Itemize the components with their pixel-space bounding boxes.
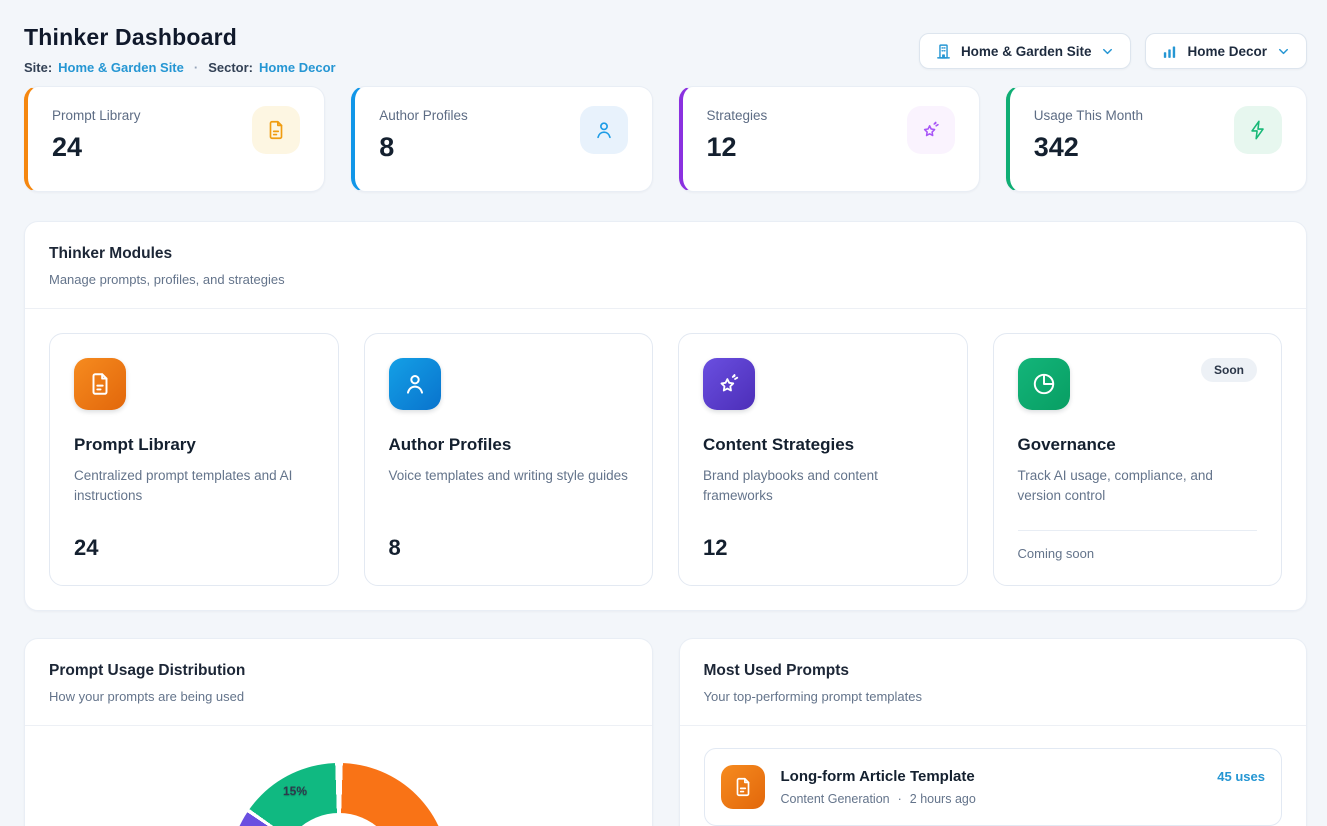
prompt-title: Long-form Article Template bbox=[781, 768, 1202, 785]
topbar: Thinker Dashboard Site: Home & Garden Si… bbox=[24, 24, 1307, 75]
divider bbox=[1018, 530, 1258, 531]
module-title: Content Strategies bbox=[703, 435, 943, 455]
site-picker-label: Home & Garden Site bbox=[961, 44, 1092, 59]
modules-header: Thinker Modules Manage prompts, profiles… bbox=[25, 222, 1306, 308]
chart-area: 15% bbox=[25, 726, 652, 826]
most-used-title: Most Used Prompts bbox=[704, 662, 1283, 680]
prompt-meta: Content Generation · 2 hours ago bbox=[781, 792, 1202, 806]
sector-label: Sector: bbox=[208, 60, 253, 75]
prompt-list-item[interactable]: Long-form Article Template Content Gener… bbox=[704, 748, 1283, 826]
sector-picker-label: Home Decor bbox=[1187, 44, 1267, 59]
sparkle-icon bbox=[907, 106, 955, 154]
site-line: Site: Home & Garden Site · Sector: Home … bbox=[24, 60, 336, 75]
dashboard-page: Thinker Dashboard Site: Home & Garden Si… bbox=[0, 0, 1327, 826]
prompt-usage-distribution-card: Prompt Usage Distribution How your promp… bbox=[24, 638, 653, 826]
dot-separator: · bbox=[898, 792, 902, 806]
module-value: 24 bbox=[74, 535, 314, 561]
stats-row: Prompt Library 24 Author Profiles 8 Stra… bbox=[24, 86, 1307, 192]
user-icon bbox=[580, 106, 628, 154]
usage-chart-title: Prompt Usage Distribution bbox=[49, 662, 628, 680]
modules-subtitle: Manage prompts, profiles, and strategies bbox=[49, 272, 1282, 287]
sparkle-icon bbox=[703, 358, 755, 410]
module-title: Prompt Library bbox=[74, 435, 314, 455]
stat-card-prompt-library: Prompt Library 24 bbox=[24, 86, 325, 192]
sector-link[interactable]: Home Decor bbox=[259, 60, 336, 75]
soon-badge: Soon bbox=[1201, 358, 1257, 382]
building-icon bbox=[935, 43, 952, 60]
prompt-category: Content Generation bbox=[781, 792, 890, 806]
stat-card-author-profiles: Author Profiles 8 bbox=[351, 86, 652, 192]
prompt-info: Long-form Article Template Content Gener… bbox=[781, 768, 1202, 806]
pie-chart-icon bbox=[1018, 358, 1070, 410]
site-picker-button[interactable]: Home & Garden Site bbox=[919, 33, 1132, 69]
donut-segment-label: 15% bbox=[283, 784, 307, 798]
most-used-header: Most Used Prompts Your top-performing pr… bbox=[680, 639, 1307, 725]
document-icon bbox=[74, 358, 126, 410]
most-used-prompts-card: Most Used Prompts Your top-performing pr… bbox=[679, 638, 1308, 826]
module-description: Centralized prompt templates and AI inst… bbox=[74, 466, 314, 507]
usage-chart-header: Prompt Usage Distribution How your promp… bbox=[25, 639, 652, 725]
usage-chart-subtitle: How your prompts are being used bbox=[49, 689, 628, 704]
module-grid: Prompt Library Centralized prompt templa… bbox=[25, 309, 1306, 610]
module-description: Track AI usage, compliance, and version … bbox=[1018, 466, 1258, 507]
site-label: Site: bbox=[24, 60, 52, 75]
module-description: Brand playbooks and content frameworks bbox=[703, 466, 943, 507]
site-link[interactable]: Home & Garden Site bbox=[58, 60, 184, 75]
coming-soon-text: Coming soon bbox=[1018, 546, 1258, 561]
module-value: 8 bbox=[389, 535, 629, 561]
modules-title: Thinker Modules bbox=[49, 245, 1282, 263]
document-icon bbox=[252, 106, 300, 154]
bolt-icon bbox=[1234, 106, 1282, 154]
module-description: Voice templates and writing style guides bbox=[389, 466, 629, 486]
module-card-governance[interactable]: Soon Governance Track AI usage, complian… bbox=[993, 333, 1283, 586]
module-title: Author Profiles bbox=[389, 435, 629, 455]
page-title: Thinker Dashboard bbox=[24, 24, 336, 51]
module-title: Governance bbox=[1018, 435, 1258, 455]
bar-chart-icon bbox=[1161, 43, 1178, 60]
document-icon bbox=[721, 765, 765, 809]
module-card-prompt-library[interactable]: Prompt Library Centralized prompt templa… bbox=[49, 333, 339, 586]
dot-separator: · bbox=[194, 60, 198, 75]
thinker-modules-panel: Thinker Modules Manage prompts, profiles… bbox=[24, 221, 1307, 611]
sector-picker-button[interactable]: Home Decor bbox=[1145, 33, 1307, 69]
module-card-author-profiles[interactable]: Author Profiles Voice templates and writ… bbox=[364, 333, 654, 586]
prompt-time: 2 hours ago bbox=[910, 792, 976, 806]
prompt-uses-count: 45 uses bbox=[1217, 769, 1265, 784]
donut-chart[interactable]: 15% bbox=[229, 763, 449, 826]
bottom-row: Prompt Usage Distribution How your promp… bbox=[24, 638, 1307, 826]
title-block: Thinker Dashboard Site: Home & Garden Si… bbox=[24, 24, 336, 75]
module-value: 12 bbox=[703, 535, 943, 561]
stat-card-strategies: Strategies 12 bbox=[679, 86, 980, 192]
chevron-down-icon bbox=[1276, 44, 1291, 59]
prompt-list: Long-form Article Template Content Gener… bbox=[680, 726, 1307, 826]
picker-group: Home & Garden Site Home Decor bbox=[919, 33, 1307, 69]
most-used-subtitle: Your top-performing prompt templates bbox=[704, 689, 1283, 704]
stat-card-usage: Usage This Month 342 bbox=[1006, 86, 1307, 192]
module-card-content-strategies[interactable]: Content Strategies Brand playbooks and c… bbox=[678, 333, 968, 586]
chevron-down-icon bbox=[1100, 44, 1115, 59]
user-icon bbox=[389, 358, 441, 410]
